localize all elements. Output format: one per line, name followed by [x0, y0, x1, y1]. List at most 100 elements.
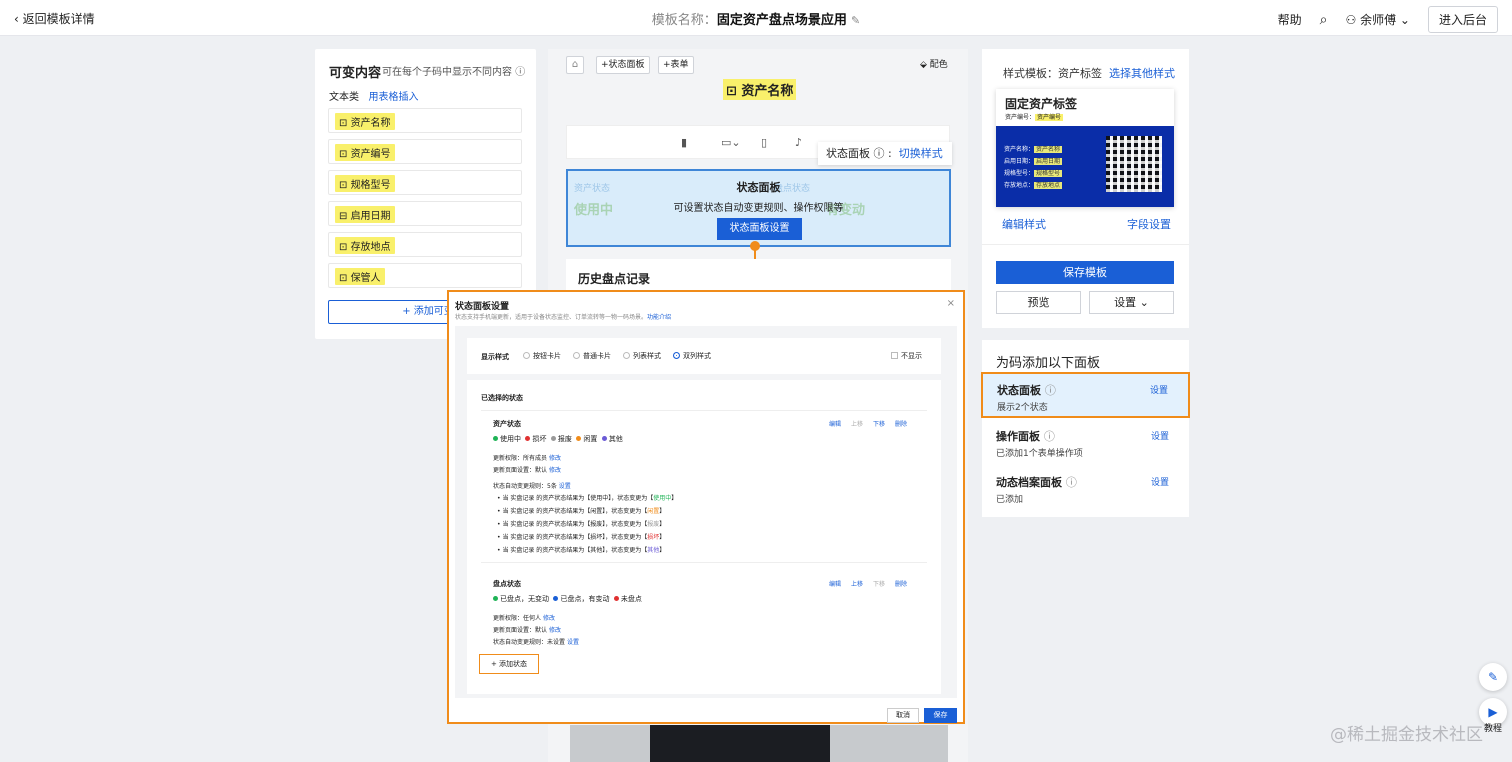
style-option[interactable]: 列表样式 [623, 351, 661, 361]
move-up-link[interactable]: 上移 [851, 581, 863, 588]
rule-item: • 当 实盘记录 的资产状态结果为【闲置】，状态变更为【闲置】 [497, 508, 666, 515]
close-icon[interactable]: × [947, 298, 955, 309]
file-icon[interactable]: ▯ [761, 136, 767, 149]
rule-item: • 当 实盘记录 的资产状态结果为【使用中】，状态变更为【使用中】 [497, 495, 678, 502]
style-option-selected[interactable]: 双列样式 [673, 351, 711, 361]
category-row: 文本类 用表格插入 [329, 92, 419, 103]
image-icon[interactable]: ▭⌄ [721, 136, 741, 149]
color-scheme-button[interactable]: ⬙ 配色 [920, 57, 948, 70]
status-panel-set-link[interactable]: 设置 [1150, 383, 1168, 396]
help-circle-icon[interactable]: ⓘ [1066, 476, 1077, 489]
tutorial-label: 教程 [1484, 724, 1503, 734]
set-rule-link[interactable]: 设置 [567, 639, 579, 646]
cancel-button[interactable]: 取消 [887, 708, 919, 723]
style-option[interactable]: 普通卡片 [573, 351, 611, 361]
hide-checkbox[interactable]: 不显示 [891, 351, 922, 361]
watermark: @稀土掘金技术社区 [1330, 725, 1483, 745]
chevron-down-icon: ⌄ [1396, 13, 1410, 27]
book-icon[interactable]: ▮ [681, 136, 687, 149]
status-panel-desc: 可设置状态自动变更规则、操作权限等 [673, 203, 844, 214]
status-panel-block[interactable]: 资产状态 使用中 盘点状态 有变动 状态面板 可设置状态自动变更规则、操作权限等… [566, 169, 951, 247]
table-insert-link[interactable]: 用表格插入 [369, 92, 419, 103]
field-item[interactable]: ⊡ 资产编号 [328, 139, 522, 164]
music-icon[interactable]: ♪ [795, 136, 802, 149]
asset-name-field[interactable]: ⊡ 资产名称 [723, 79, 797, 100]
state-name: 盘点状态 [493, 580, 521, 588]
search-icon[interactable]: ⌕ [1320, 12, 1328, 28]
state-ops: 编辑 上移 下移 删除 [819, 579, 907, 588]
status-panel-item[interactable]: 状态面板 ⓘ 展示2个状态 设置 [981, 372, 1190, 418]
add-state-button[interactable]: + 添加状态 [479, 654, 539, 674]
dynamic-archive-panel-item[interactable]: 动态档案面板 ⓘ 已添加 设置 [982, 466, 1189, 512]
field-item[interactable]: ⊟ 启用日期 [328, 201, 522, 226]
edit-pencil-icon[interactable]: ✎ [851, 14, 860, 27]
status-panel-settings-button[interactable]: 状态面板设置 [717, 218, 802, 240]
field-item[interactable]: ⊡ 保管人 [328, 263, 522, 288]
status-panel-settings-dialog: 状态面板设置 状态支持手机端更新，适用于设备状态监控、订单流转等一物一码场景。功… [447, 290, 965, 724]
top-right-actions: 帮助 ⌕ ⚇ 余师傅 ⌄ 进入后台 [1278, 6, 1498, 33]
help-circle-icon[interactable]: ⓘ [515, 67, 525, 78]
move-down-link: 下移 [873, 581, 886, 588]
state-name: 资产状态 [493, 420, 521, 428]
preview-button[interactable]: 预览 [996, 291, 1081, 314]
edit-link[interactable]: 编辑 [829, 581, 841, 588]
dialog-title: 状态面板设置 [455, 302, 510, 312]
action-panel-set-link[interactable]: 设置 [1151, 429, 1169, 442]
rule-item: • 当 实盘记录 的资产状态结果为【其他】，状态变更为【其他】 [497, 547, 666, 554]
field-icon: ⊡ [339, 118, 351, 129]
status-panel-tooltip: 状态面板 ⓘ : 切换样式 [818, 142, 952, 165]
add-status-panel-button[interactable]: +状态面板 [596, 56, 650, 74]
set-rule-link[interactable]: 设置 [559, 483, 571, 490]
delete-link[interactable]: 删除 [895, 421, 907, 428]
action-panel-item[interactable]: 操作面板 ⓘ 已添加1个表单操作项 设置 [982, 420, 1189, 466]
edit-page-link[interactable]: 修改 [549, 627, 561, 634]
panel-subtitle: 可在每个子码中显示不同内容 ⓘ [382, 67, 526, 78]
home-icon[interactable]: ⌂ [566, 56, 584, 74]
asset-label-preview: 固定资产标签 资产编号： 资产编号 资产名称： 资产名称 启用日期： 启用日期 规格型… [996, 89, 1174, 207]
top-bar: ‹ 返回模板详情 模板名称：固定资产盘点场景应用 ✎ 帮助 ⌕ ⚇ 余师傅 ⌄ … [0, 0, 1512, 36]
field-settings-link[interactable]: 字段设置 [1127, 216, 1171, 232]
display-style-card: 显示样式 按钮卡片 普通卡片 列表样式 双列样式 不显示 [467, 338, 941, 374]
edit-link[interactable]: 编辑 [829, 421, 841, 428]
user-menu[interactable]: ⚇ 余师傅 ⌄ [1346, 11, 1410, 28]
edit-style-link[interactable]: 编辑样式 [1002, 216, 1046, 232]
help-link[interactable]: 帮助 [1278, 11, 1302, 28]
add-panels-section: 为码添加以下面板 状态面板 ⓘ 展示2个状态 设置 操作面板 ⓘ 已添加1个表单… [981, 340, 1190, 517]
state-ops: 编辑 上移 下移 删除 [819, 419, 907, 428]
user-icon: ⚇ [1345, 13, 1361, 27]
save-button[interactable]: 保存 [924, 708, 957, 723]
feedback-icon[interactable]: ✎ [1479, 663, 1507, 691]
move-up-link: 上移 [851, 421, 864, 428]
selected-states-card: 已选择的状态 资产状态 编辑 上移 下移 删除 使用中 损坏 报废 闲置 其他 更新权… [467, 380, 941, 694]
rule-item: • 当 实盘记录 的资产状态结果为【报废】，状态变更为【报废】 [497, 521, 666, 528]
edit-permission-link[interactable]: 修改 [543, 615, 555, 622]
enter-admin-button[interactable]: 进入后台 [1427, 6, 1498, 33]
choose-style-link[interactable]: 选择其他样式 [1109, 67, 1175, 80]
help-circle-icon[interactable]: ⓘ [874, 147, 885, 160]
panel-title: 可变内容 [329, 66, 382, 81]
intro-link[interactable]: 功能介绍 [647, 314, 671, 321]
state-values: 使用中 损坏 报废 闲置 其他 [493, 434, 623, 444]
switch-style-link[interactable]: 切换样式 [899, 147, 943, 160]
dynamic-archive-set-link[interactable]: 设置 [1151, 475, 1169, 488]
delete-link[interactable]: 删除 [895, 581, 907, 588]
field-item[interactable]: ⊡ 规格型号 [328, 170, 522, 195]
style-option[interactable]: 按钮卡片 [523, 351, 561, 361]
help-circle-icon[interactable]: ⓘ [1044, 430, 1055, 443]
paint-icon: ⬙ [920, 60, 930, 70]
device-photo [570, 725, 948, 762]
save-template-button[interactable]: 保存模板 [996, 261, 1174, 284]
rule-item: • 当 实盘记录 的资产状态结果为【损坏】，状态变更为【损坏】 [497, 534, 666, 541]
field-icon: ⊡ [339, 149, 351, 160]
help-circle-icon[interactable]: ⓘ [1045, 384, 1056, 397]
dialog-body: 显示样式 按钮卡片 普通卡片 列表样式 双列样式 不显示 已选择的状态 资产状态… [455, 326, 957, 698]
add-form-button[interactable]: +表单 [658, 56, 694, 74]
field-item[interactable]: ⊡ 资产名称 [328, 108, 522, 133]
dialog-subtitle: 状态支持手机端更新，适用于设备状态监控、订单流转等一物一码场景。功能介绍 [455, 314, 672, 321]
field-item[interactable]: ⊡ 存放地点 [328, 232, 522, 257]
move-down-link[interactable]: 下移 [873, 421, 885, 428]
field-icon: ⊡ [339, 180, 351, 191]
edit-page-link[interactable]: 修改 [549, 467, 561, 474]
settings-button[interactable]: 设置 ⌄ [1089, 291, 1174, 314]
edit-permission-link[interactable]: 修改 [549, 455, 561, 462]
